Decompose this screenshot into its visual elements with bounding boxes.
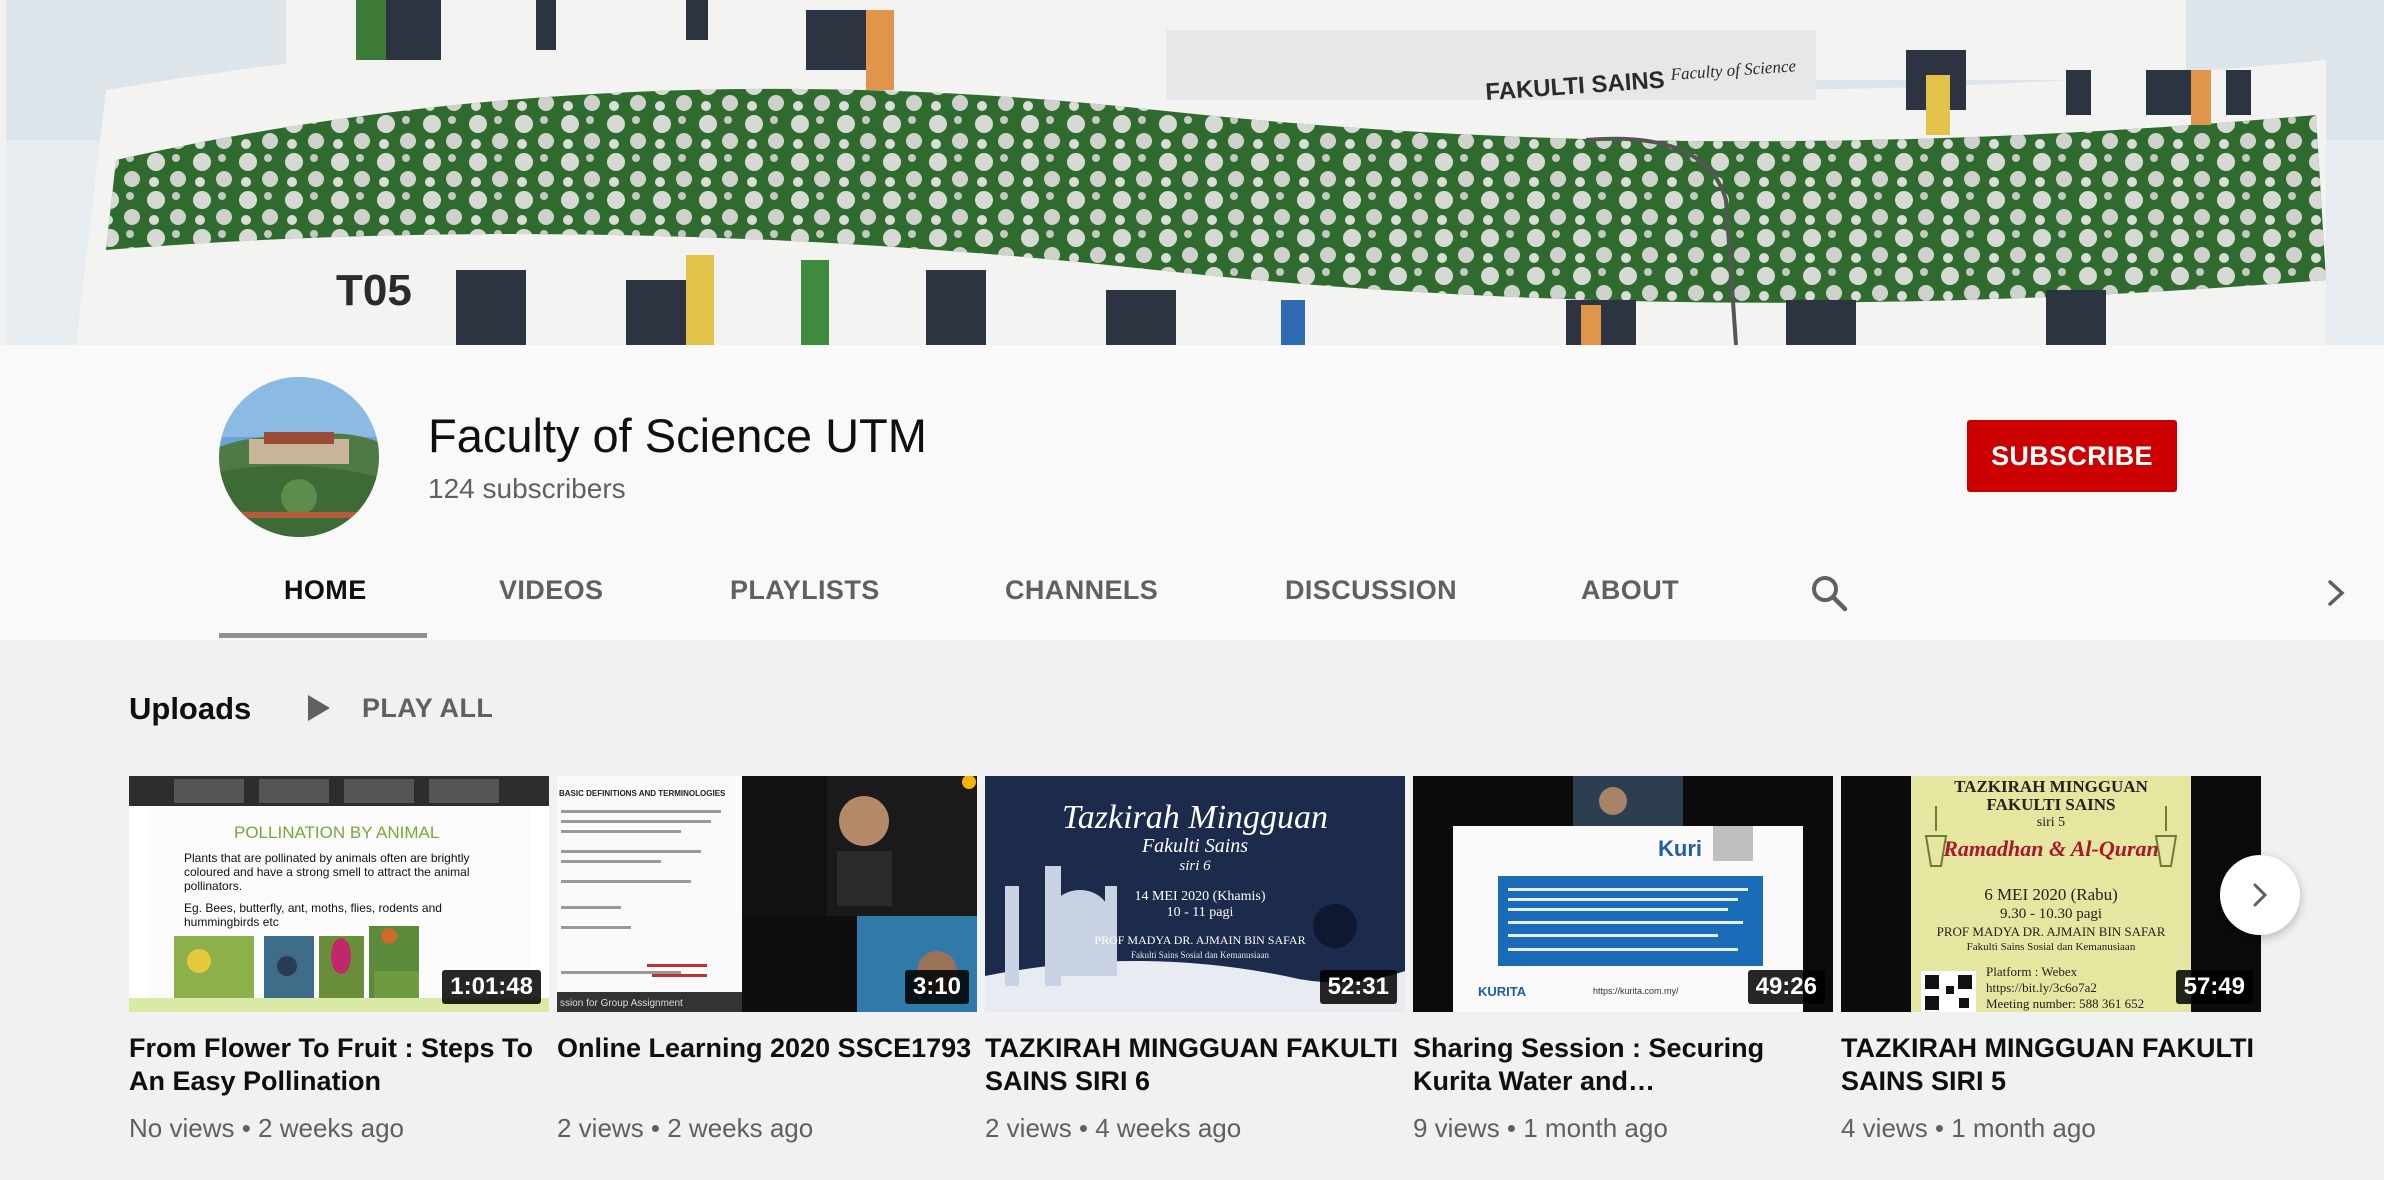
- svg-text:Fakulti Sains Sosial dan Keman: Fakulti Sains Sosial dan Kemanusiaan: [1131, 950, 1269, 960]
- svg-text:POLLINATION BY ANIMAL: POLLINATION BY ANIMAL: [234, 823, 439, 842]
- search-icon[interactable]: [1808, 572, 1850, 614]
- video-meta: 9 views • 1 month ago: [1413, 1113, 1668, 1143]
- video-title[interactable]: TAZKIRAH MINGGUAN FAKULTI SAINS SIRI 5: [1841, 1032, 2261, 1098]
- channel-title: Faculty of Science UTM: [428, 409, 927, 462]
- svg-text:TAZKIRAH MINGGUAN: TAZKIRAH MINGGUAN: [1954, 777, 2148, 796]
- svg-text:14 MEI 2020 (Khamis): 14 MEI 2020 (Khamis): [1134, 889, 1265, 904]
- svg-text:coloured and have a strong sme: coloured and have a strong smell to attr…: [184, 865, 470, 879]
- tab-about[interactable]: ABOUT: [1581, 575, 1679, 606]
- chevron-right-icon: [2253, 883, 2268, 907]
- video-duration: 1:01:48: [442, 970, 541, 1004]
- svg-text:Kuri: Kuri: [1658, 836, 1702, 861]
- subscribe-button[interactable]: SUBSCRIBE: [1967, 420, 2177, 492]
- video-meta: 4 views • 1 month ago: [1841, 1113, 2096, 1143]
- shelf-title[interactable]: Uploads: [129, 691, 251, 727]
- svg-text:Fakulti Sains: Fakulti Sains: [1141, 835, 1248, 857]
- chevron-right-icon[interactable]: [2322, 576, 2350, 610]
- video-meta: No views • 2 weeks ago: [129, 1113, 405, 1143]
- svg-text:KURITA: KURITA: [1478, 984, 1527, 999]
- avatar-image: [219, 377, 379, 537]
- svg-text:Tazkirah Mingguan: Tazkirah Mingguan: [1062, 799, 1328, 836]
- video-duration: 49:26: [1747, 970, 1825, 1004]
- tab-videos[interactable]: VIDEOS: [499, 575, 603, 606]
- svg-text:https://kurita.com.my/: https://kurita.com.my/: [1593, 986, 1679, 996]
- svg-text:Ramadhan & Al-Quran: Ramadhan & Al-Quran: [1942, 836, 2159, 861]
- video-thumbnail[interactable]: BASIC DEFINITIONS AND TERMINOLOGIES ssio…: [557, 776, 977, 1012]
- video-thumbnail[interactable]: POLLINATION BY ANIMAL Plants that are po…: [129, 776, 549, 1012]
- video-item[interactable]: TAZKIRAH MINGGUAN FAKULTI SAINS siri 5 R…: [1841, 776, 2261, 1144]
- video-thumbnail[interactable]: TAZKIRAH MINGGUAN FAKULTI SAINS siri 5 R…: [1841, 776, 2261, 1012]
- svg-text:PROF MADYA DR. AJMAIN BIN SAFA: PROF MADYA DR. AJMAIN BIN SAFAR: [1937, 924, 2166, 939]
- svg-text:ssion for Group Assignment: ssion for Group Assignment: [560, 998, 683, 1009]
- video-thumbnail[interactable]: Kuri KURITA https://kurita.com.my/ 49:26: [1413, 776, 1833, 1012]
- svg-text:6 MEI 2020 (Rabu): 6 MEI 2020 (Rabu): [1984, 885, 2118, 904]
- video-item[interactable]: POLLINATION BY ANIMAL Plants that are po…: [129, 776, 549, 1144]
- svg-text:Platform : Webex: Platform : Webex: [1986, 964, 2078, 979]
- svg-text:siri 6: siri 6: [1179, 858, 1211, 874]
- video-title[interactable]: From Flower To Fruit : Steps To An Easy …: [129, 1032, 549, 1098]
- svg-text:BASIC DEFINITIONS AND TERMINOL: BASIC DEFINITIONS AND TERMINOLOGIES: [559, 789, 726, 798]
- banner-image: FAKULTI SAINS Faculty of Science T05: [6, 0, 2384, 345]
- svg-text:Plants that are pollinated by: Plants that are pollinated by animals of…: [184, 851, 470, 865]
- video-item[interactable]: Tazkirah Mingguan Fakulti Sains siri 6 1…: [985, 776, 1405, 1144]
- play-icon: [308, 695, 330, 721]
- video-item[interactable]: BASIC DEFINITIONS AND TERMINOLOGIES ssio…: [557, 776, 977, 1144]
- play-all-label: PLAY ALL: [362, 692, 494, 723]
- svg-text:Fakulti Sains Sosial dan Keman: Fakulti Sains Sosial dan Kemanusiaan: [1967, 941, 2136, 953]
- video-meta: 2 views • 2 weeks ago: [557, 1113, 814, 1143]
- svg-text:https://bit.ly/3c6o7a2: https://bit.ly/3c6o7a2: [1986, 980, 2097, 995]
- svg-text:FAKULTI SAINS: FAKULTI SAINS: [1987, 795, 2116, 814]
- svg-text:Eg. Bees, butterfly, ant, moth: Eg. Bees, butterfly, ant, moths, flies, …: [184, 901, 442, 915]
- tab-home[interactable]: HOME: [284, 575, 367, 606]
- tab-playlists[interactable]: PLAYLISTS: [730, 575, 880, 606]
- play-all-button[interactable]: PLAY ALL: [306, 690, 493, 726]
- video-title[interactable]: Online Learning 2020 SSCE1793: [557, 1032, 977, 1098]
- video-item[interactable]: Kuri KURITA https://kurita.com.my/ 49:26…: [1413, 776, 1833, 1144]
- tab-channels[interactable]: CHANNELS: [1005, 575, 1158, 606]
- video-title[interactable]: TAZKIRAH MINGGUAN FAKULTI SAINS SIRI 6: [985, 1032, 1405, 1098]
- svg-text:T05: T05: [336, 266, 412, 315]
- svg-text:9.30 - 10.30 pagi: 9.30 - 10.30 pagi: [2000, 906, 2102, 922]
- channel-banner: FAKULTI SAINS Faculty of Science T05: [6, 0, 2384, 345]
- svg-text:pollinators.: pollinators.: [184, 879, 242, 893]
- svg-text:PROF MADYA DR. AJMAIN BIN SAFA: PROF MADYA DR. AJMAIN BIN SAFAR: [1094, 933, 1305, 947]
- svg-text:hummingbirds etc: hummingbirds etc: [184, 915, 279, 929]
- video-duration: 57:49: [2175, 970, 2253, 1004]
- video-title[interactable]: Sharing Session : Securing Kurita Water …: [1413, 1032, 1833, 1098]
- svg-text:siri 5: siri 5: [2037, 815, 2065, 830]
- tab-discussion[interactable]: DISCUSSION: [1285, 575, 1457, 606]
- subscriber-count: 124 subscribers: [428, 473, 626, 504]
- video-thumbnail[interactable]: Tazkirah Mingguan Fakulti Sains siri 6 1…: [985, 776, 1405, 1012]
- carousel-next-button[interactable]: [2220, 855, 2300, 935]
- video-duration: 52:31: [1319, 970, 1397, 1004]
- svg-text:10 - 11 pagi: 10 - 11 pagi: [1167, 905, 1234, 920]
- active-tab-indicator: [219, 633, 427, 638]
- channel-avatar[interactable]: [219, 377, 379, 537]
- video-meta: 2 views • 4 weeks ago: [985, 1113, 1242, 1143]
- svg-text:Meeting number: 588 361 652: Meeting number: 588 361 652: [1986, 996, 2144, 1011]
- video-duration: 3:10: [904, 970, 969, 1004]
